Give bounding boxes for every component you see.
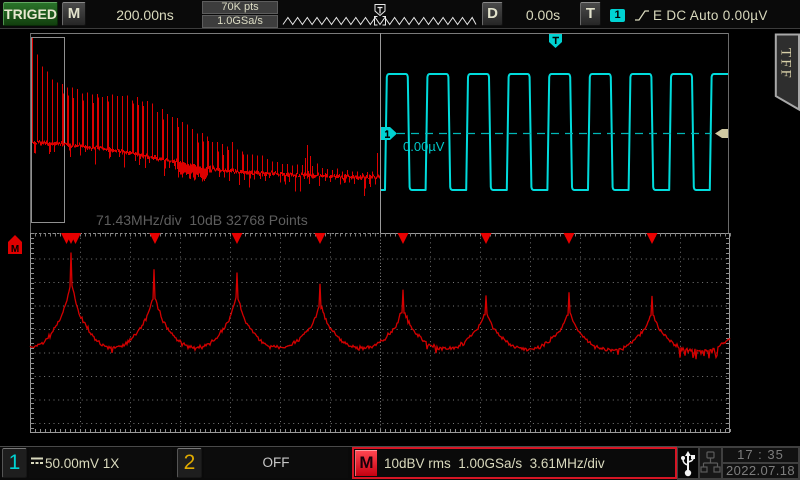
svg-text:M: M [11, 244, 19, 255]
